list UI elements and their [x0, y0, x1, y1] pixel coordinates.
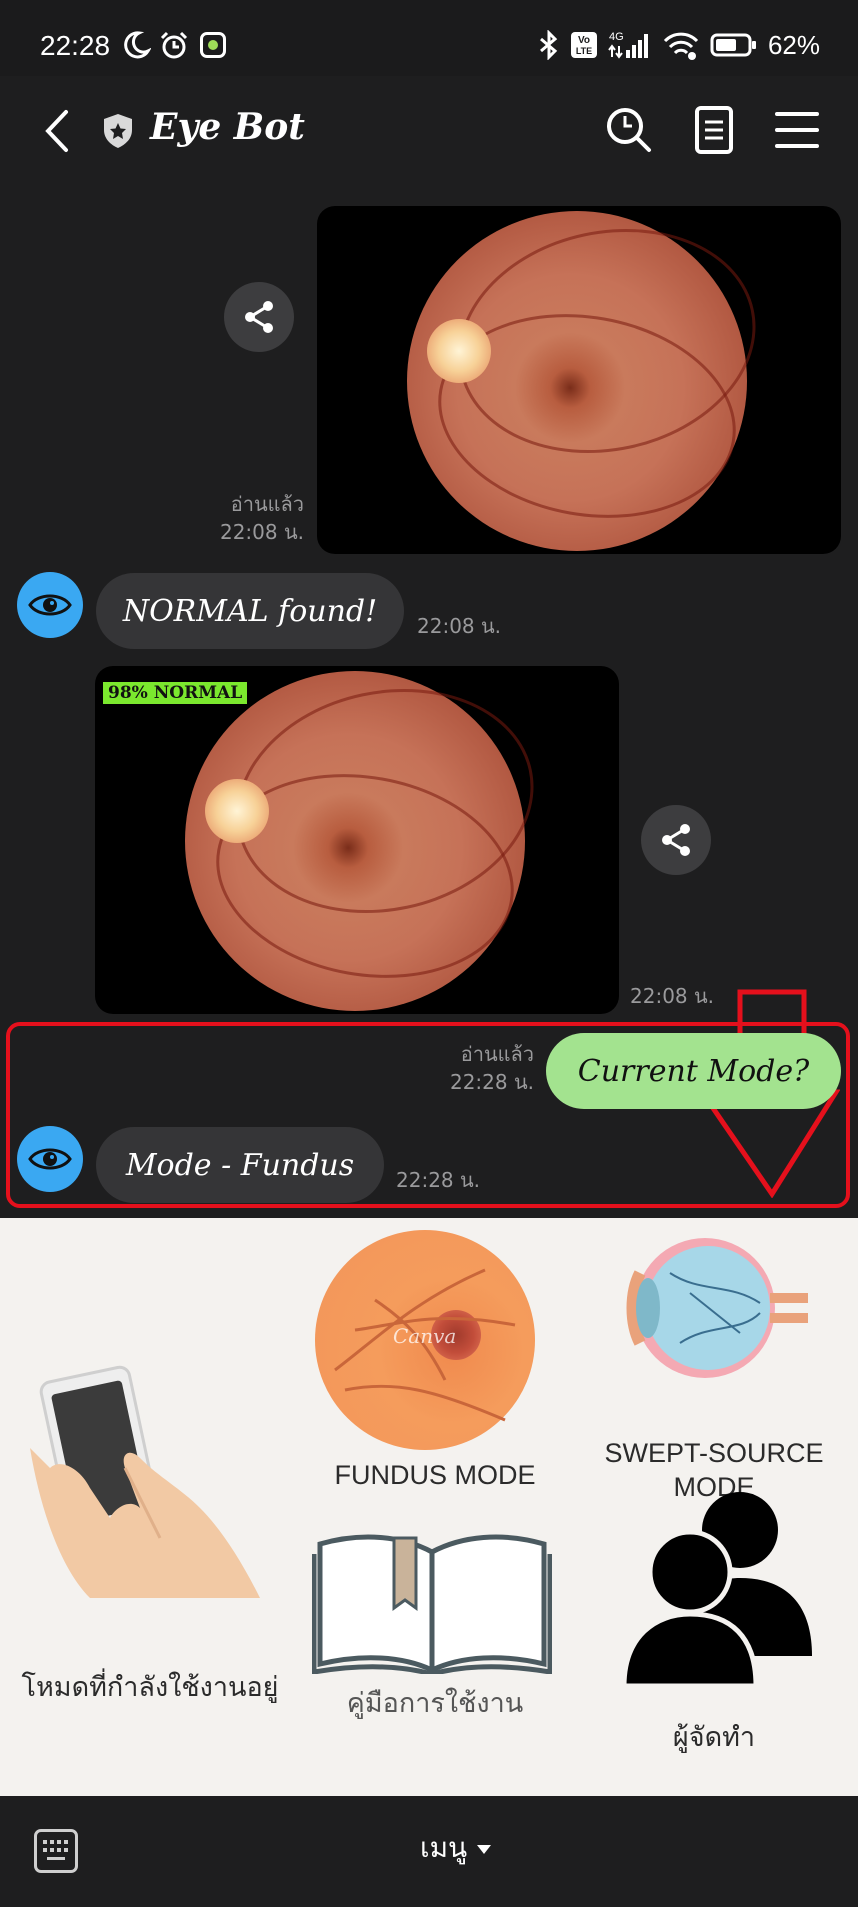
- app-notification-icon: [200, 32, 226, 58]
- highlight-frame: [6, 1022, 850, 1208]
- caret-down-icon: [477, 1844, 492, 1854]
- menu-item-swept-source-mode[interactable]: SWEPT-SOURCE MODE: [570, 1218, 858, 1508]
- moon-icon: [124, 31, 151, 59]
- people-icon: [621, 1492, 812, 1686]
- shield-icon: [104, 114, 132, 148]
- svg-text:Vo: Vo: [578, 35, 590, 46]
- battery-percent: 62%: [767, 29, 820, 60]
- rich-menu: โหมดที่กำลังใช้งานอยู่ Canva FUNDUS MODE…: [0, 1218, 858, 1796]
- watermark-text: Canva: [393, 1324, 457, 1348]
- hamburger-icon[interactable]: [771, 104, 823, 156]
- keyboard-icon[interactable]: [34, 1829, 78, 1873]
- chat-header: Eye Bot: [0, 76, 858, 188]
- menu-item-manual[interactable]: คู่มือการใช้งาน: [300, 1508, 570, 1796]
- menu-item-current-mode[interactable]: โหมดที่กำลังใช้งานอยู่: [0, 1218, 300, 1796]
- notes-icon[interactable]: [688, 104, 740, 156]
- wifi-icon: [663, 32, 699, 60]
- fundus-illustration-icon: Canva: [315, 1230, 535, 1450]
- optic-disc: [427, 319, 491, 383]
- menu-toggle-label: เมนู: [420, 1831, 468, 1864]
- svg-text:4G: 4G: [609, 31, 624, 43]
- bot-message-bubble[interactable]: NORMAL found!: [96, 573, 404, 649]
- swept-source-line1: SWEPT-SOURCE: [604, 1438, 824, 1468]
- menu-item-fundus-mode[interactable]: Canva FUNDUS MODE: [300, 1218, 570, 1508]
- message-time: 22:08 น.: [219, 520, 304, 544]
- menu-toggle-button[interactable]: เมนู: [420, 1826, 492, 1870]
- menu-label-manual: คู่มือการใช้งาน: [346, 1688, 524, 1718]
- book-icon: [312, 1534, 552, 1674]
- sent-fundus-image[interactable]: [317, 206, 841, 554]
- back-icon[interactable]: [40, 106, 74, 156]
- share-button[interactable]: [641, 805, 711, 875]
- bottom-bar: เมนู: [0, 1796, 858, 1907]
- status-right-group: Vo LTE 4G 62%: [538, 28, 820, 62]
- alarm-icon: [160, 31, 188, 59]
- optic-disc: [205, 779, 269, 843]
- signal-icon: 4G: [608, 31, 648, 59]
- menu-label-current-mode: โหมดที่กำลังใช้งานอยู่: [21, 1672, 279, 1702]
- eye-icon: [28, 594, 72, 616]
- bot-avatar[interactable]: [17, 572, 83, 638]
- message-time: 22:08 น.: [417, 614, 502, 638]
- svg-text:LTE: LTE: [576, 46, 592, 56]
- battery-icon: [710, 33, 756, 57]
- share-button[interactable]: [224, 282, 294, 352]
- message-meta: อ่านแล้ว 22:08 น.: [190, 490, 304, 546]
- phone-hand-icon: [30, 1365, 260, 1598]
- status-bar: 22:28 Vo LTE 4G 62%: [0, 0, 858, 76]
- menu-label-creators: ผู้จัดทำ: [672, 1722, 756, 1752]
- share-icon: [245, 301, 273, 333]
- search-icon[interactable]: [603, 104, 655, 156]
- prediction-label: 98% NORMAL: [103, 682, 248, 704]
- volte-icon: Vo LTE: [570, 32, 597, 58]
- result-fundus-image[interactable]: 98% NORMAL: [95, 666, 619, 1014]
- bluetooth-icon: [539, 30, 558, 60]
- read-receipt: อ่านแล้ว: [230, 492, 304, 516]
- menu-label-fundus-mode: FUNDUS MODE: [334, 1460, 536, 1490]
- menu-item-creators[interactable]: ผู้จัดทำ: [570, 1492, 858, 1796]
- message-text: NORMAL found!: [122, 593, 378, 629]
- keyboard-keys: [43, 1840, 68, 1860]
- chat-title: Eye Bot: [150, 106, 305, 148]
- eye-anatomy-icon: [626, 1238, 808, 1378]
- status-time: 22:28: [40, 30, 111, 61]
- share-icon: [662, 824, 690, 856]
